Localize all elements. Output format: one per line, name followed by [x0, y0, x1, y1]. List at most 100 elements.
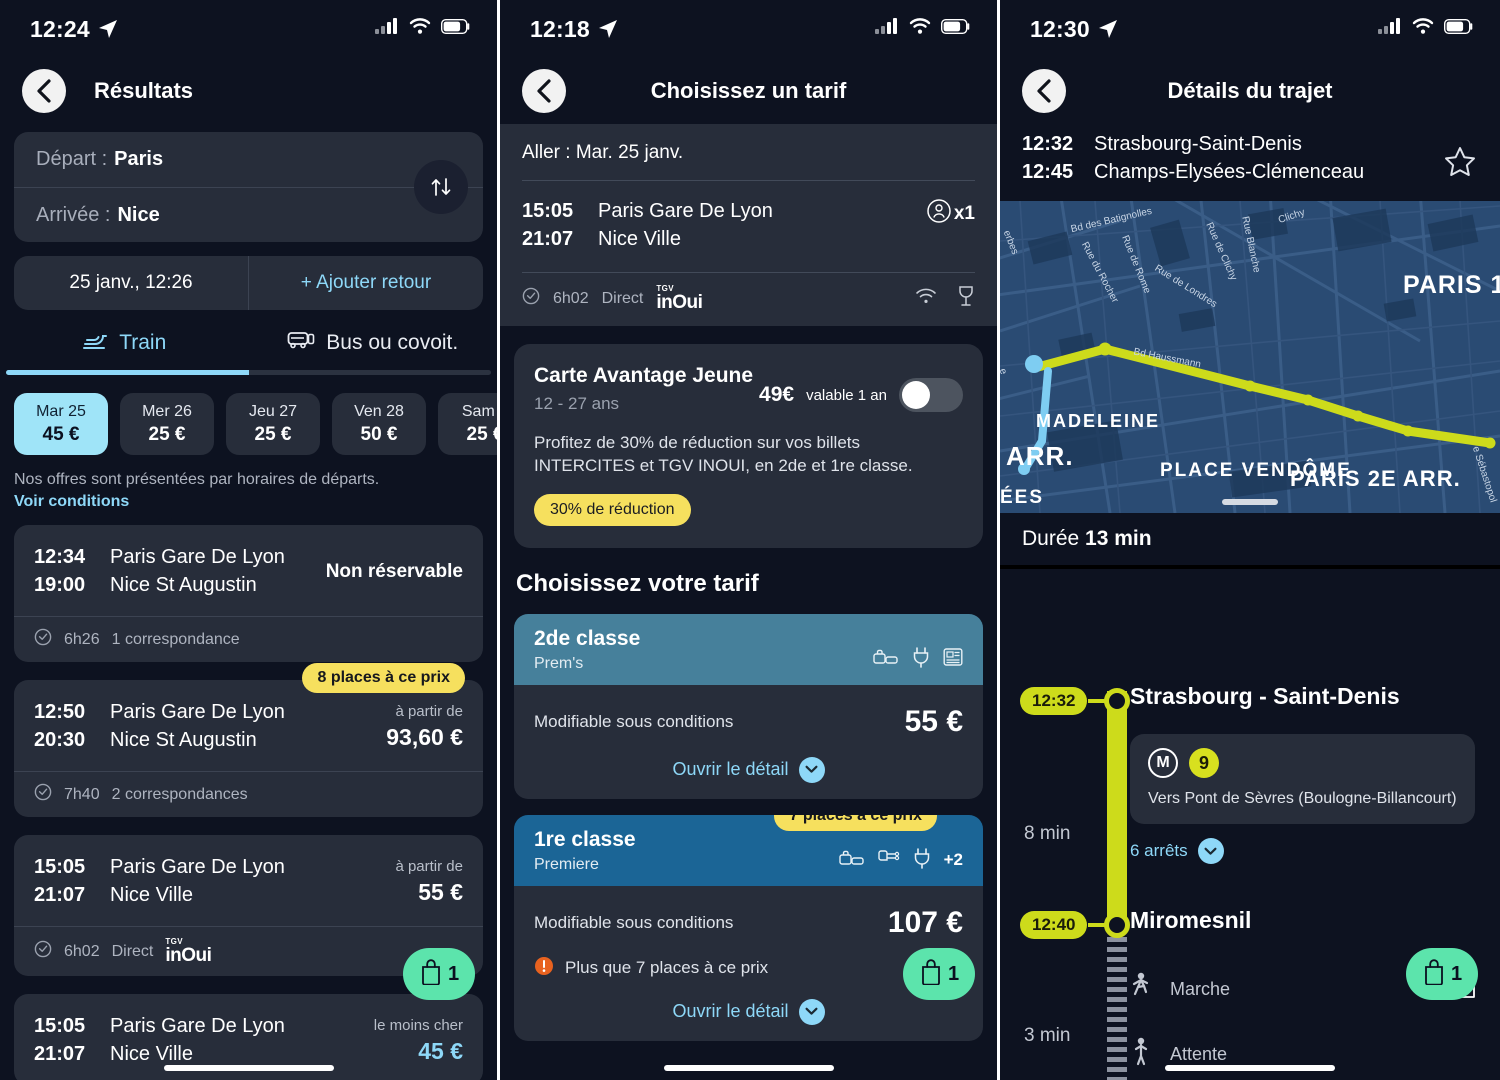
location-arrow-icon — [1098, 19, 1118, 39]
result-duration: 7h40 — [64, 785, 100, 803]
offers-notice: Nos offres sont présentées par horaires … — [0, 455, 497, 511]
clock-icon — [34, 940, 52, 963]
search-box: Départ : Paris Arrivée : Nice — [14, 132, 483, 242]
luggage-icon — [873, 648, 899, 671]
battery-icon — [1443, 18, 1474, 39]
cart-count: 1 — [947, 962, 960, 985]
open-detail-button[interactable]: Ouvrir le détail — [534, 756, 963, 783]
chevron-down-icon — [798, 756, 825, 783]
cart-bag-icon — [419, 958, 443, 990]
tab-train[interactable]: Train — [0, 330, 249, 370]
summary-transfers: Direct — [601, 289, 644, 307]
section-title-fares: Choisissez votre tarif — [516, 569, 759, 597]
screen-choose-fare: 12:18 Choisissez un tarif Aller: Mar. 2… — [500, 0, 1000, 1080]
arrival-value: Nice — [117, 203, 160, 226]
result-transfers: Direct — [111, 942, 154, 960]
result-arr-time: 20:30 — [34, 729, 86, 751]
discount-card-toggle[interactable] — [899, 378, 963, 412]
journey-timeline: 12:32 8 min Strasbourg - Saint-Denis M 9… — [1000, 569, 1500, 1080]
wifi-icon — [409, 18, 431, 40]
person-icon — [926, 198, 952, 229]
duration-value: 13 min — [1085, 527, 1152, 550]
chevron-down-icon — [798, 998, 825, 1025]
segment-duration: 8 min — [1024, 823, 1071, 844]
result-card[interactable]: 8 places à ce prix 12:50 Paris Gare De L… — [14, 663, 483, 817]
cart-fab-button[interactable]: 1 — [1406, 948, 1478, 1000]
offers-notice-text: Nos offres sont présentées par horaires … — [14, 471, 380, 488]
status-bar-2: 12:18 — [500, 0, 997, 58]
luggage-icon — [838, 849, 865, 872]
favorite-star-icon[interactable] — [1444, 146, 1476, 182]
result-duration: 6h26 — [64, 630, 100, 648]
route-map[interactable]: Bd des Batignolles Rue du Rocher Rue de … — [1000, 201, 1500, 513]
trip-arr-time: 12:45 — [1022, 161, 1074, 183]
date-chip[interactable]: Ven 28 50 € — [332, 393, 426, 455]
result-arr-station: Nice Ville — [110, 884, 193, 906]
result-arr-time: 21:07 — [34, 1043, 86, 1065]
date-button[interactable]: 25 janv., 12:26 — [14, 256, 249, 310]
discount-card[interactable]: Carte Avantage Jeune 12 - 27 ans 49€ val… — [514, 344, 983, 548]
newspaper-icon — [943, 647, 963, 672]
stop-dot — [1104, 912, 1130, 938]
passenger-count: x1 — [926, 198, 975, 229]
discount-card-validity: valable 1 an — [806, 386, 887, 404]
discount-card-title: Carte Avantage Jeune — [534, 364, 754, 387]
date-chip[interactable]: Jeu 27 25 € — [226, 393, 320, 455]
departure-field[interactable]: Départ : Paris — [14, 132, 483, 187]
fare-option-card[interactable]: 2de classe Prem's Modifiable sous condit… — [514, 613, 983, 799]
back-button[interactable] — [1022, 69, 1066, 113]
add-return-button[interactable]: + Ajouter retour — [249, 256, 483, 310]
stops-toggle[interactable]: 6 arrêts — [1130, 838, 1482, 864]
date-chip[interactable]: Sam 2 25 € — [438, 393, 497, 455]
swap-arrows-icon — [431, 178, 451, 196]
page-title: Choisissez un tarif — [650, 78, 847, 103]
tab-indicator-active — [6, 370, 249, 375]
power-plug-icon — [913, 847, 931, 874]
date-chip-day: Jeu 27 — [248, 402, 298, 420]
fare-option-card[interactable]: 7 places à ce prix 1re classe Premiere +… — [514, 814, 983, 1041]
screen-results: 12:24 Résultats Départ: Paris Arrivée:… — [0, 0, 500, 1080]
date-chip[interactable]: Mer 26 25 € — [120, 393, 214, 455]
fare-warning-text: Plus que 7 places à ce prix — [565, 958, 769, 978]
see-conditions-link[interactable]: Voir conditions — [14, 493, 483, 511]
tab-bus-label: Bus ou covoit. — [326, 331, 459, 354]
result-arr-station: Nice Ville — [110, 1043, 193, 1065]
map-area-label: ÉES — [1000, 487, 1045, 508]
cart-count: 1 — [447, 962, 460, 985]
wifi-icon — [909, 18, 931, 40]
duration-bar: Durée 13 min — [1000, 513, 1500, 569]
trip-dep-station: Strasbourg-Saint-Denis — [1094, 133, 1302, 155]
summary-duration: 6h02 — [553, 289, 589, 307]
clock-icon — [522, 287, 540, 310]
cellular-signal-icon — [875, 18, 899, 40]
wifi-onboard-icon — [915, 288, 937, 310]
power-plug-icon — [912, 646, 930, 673]
result-arr-time: 21:07 — [34, 884, 86, 906]
result-dep-time: 15:05 — [34, 1015, 86, 1037]
metro-line-info: M 9 Vers Pont de Sèvres (Boulogne-Billan… — [1130, 734, 1475, 824]
arrival-label: Arrivée : — [36, 203, 111, 226]
open-detail-button[interactable]: Ouvrir le détail — [534, 998, 963, 1025]
arrival-field[interactable]: Arrivée : Nice — [14, 187, 483, 242]
date-chip-price: 25 € — [254, 423, 292, 445]
swap-button[interactable] — [414, 160, 468, 214]
summary-arr-time: 21:07 — [522, 228, 574, 250]
tab-bus[interactable]: Bus ou covoit. — [249, 330, 498, 370]
line-direction: Vers Pont de Sèvres (Boulogne-Billancour… — [1148, 790, 1457, 807]
stop-dot — [1104, 688, 1130, 714]
summary-dep-station: Paris Gare De Lyon — [598, 200, 773, 222]
cart-fab-button[interactable]: 1 — [903, 948, 975, 1000]
summary-dep-time: 15:05 — [522, 200, 574, 222]
map-area-label: PARIS 10E — [1403, 271, 1500, 299]
nav-bar-3: Détails du trajet — [1000, 58, 1500, 124]
date-chip[interactable]: Mar 25 45 € — [14, 393, 108, 455]
back-button[interactable] — [522, 69, 566, 113]
result-card[interactable]: 12:34 Paris Gare De Lyon 19:00 Nice St A… — [14, 525, 483, 662]
date-chips-scroller[interactable]: Mar 25 45 € Mer 26 25 € Jeu 27 25 € Ven … — [0, 375, 497, 455]
cart-count: 1 — [1450, 962, 1463, 985]
sheet-drag-handle[interactable] — [1222, 499, 1278, 505]
back-button[interactable] — [22, 69, 66, 113]
result-price-prefix: le moins cher — [373, 1016, 463, 1034]
cart-fab-button[interactable]: 1 — [403, 948, 475, 1000]
wifi-icon — [1412, 18, 1434, 40]
